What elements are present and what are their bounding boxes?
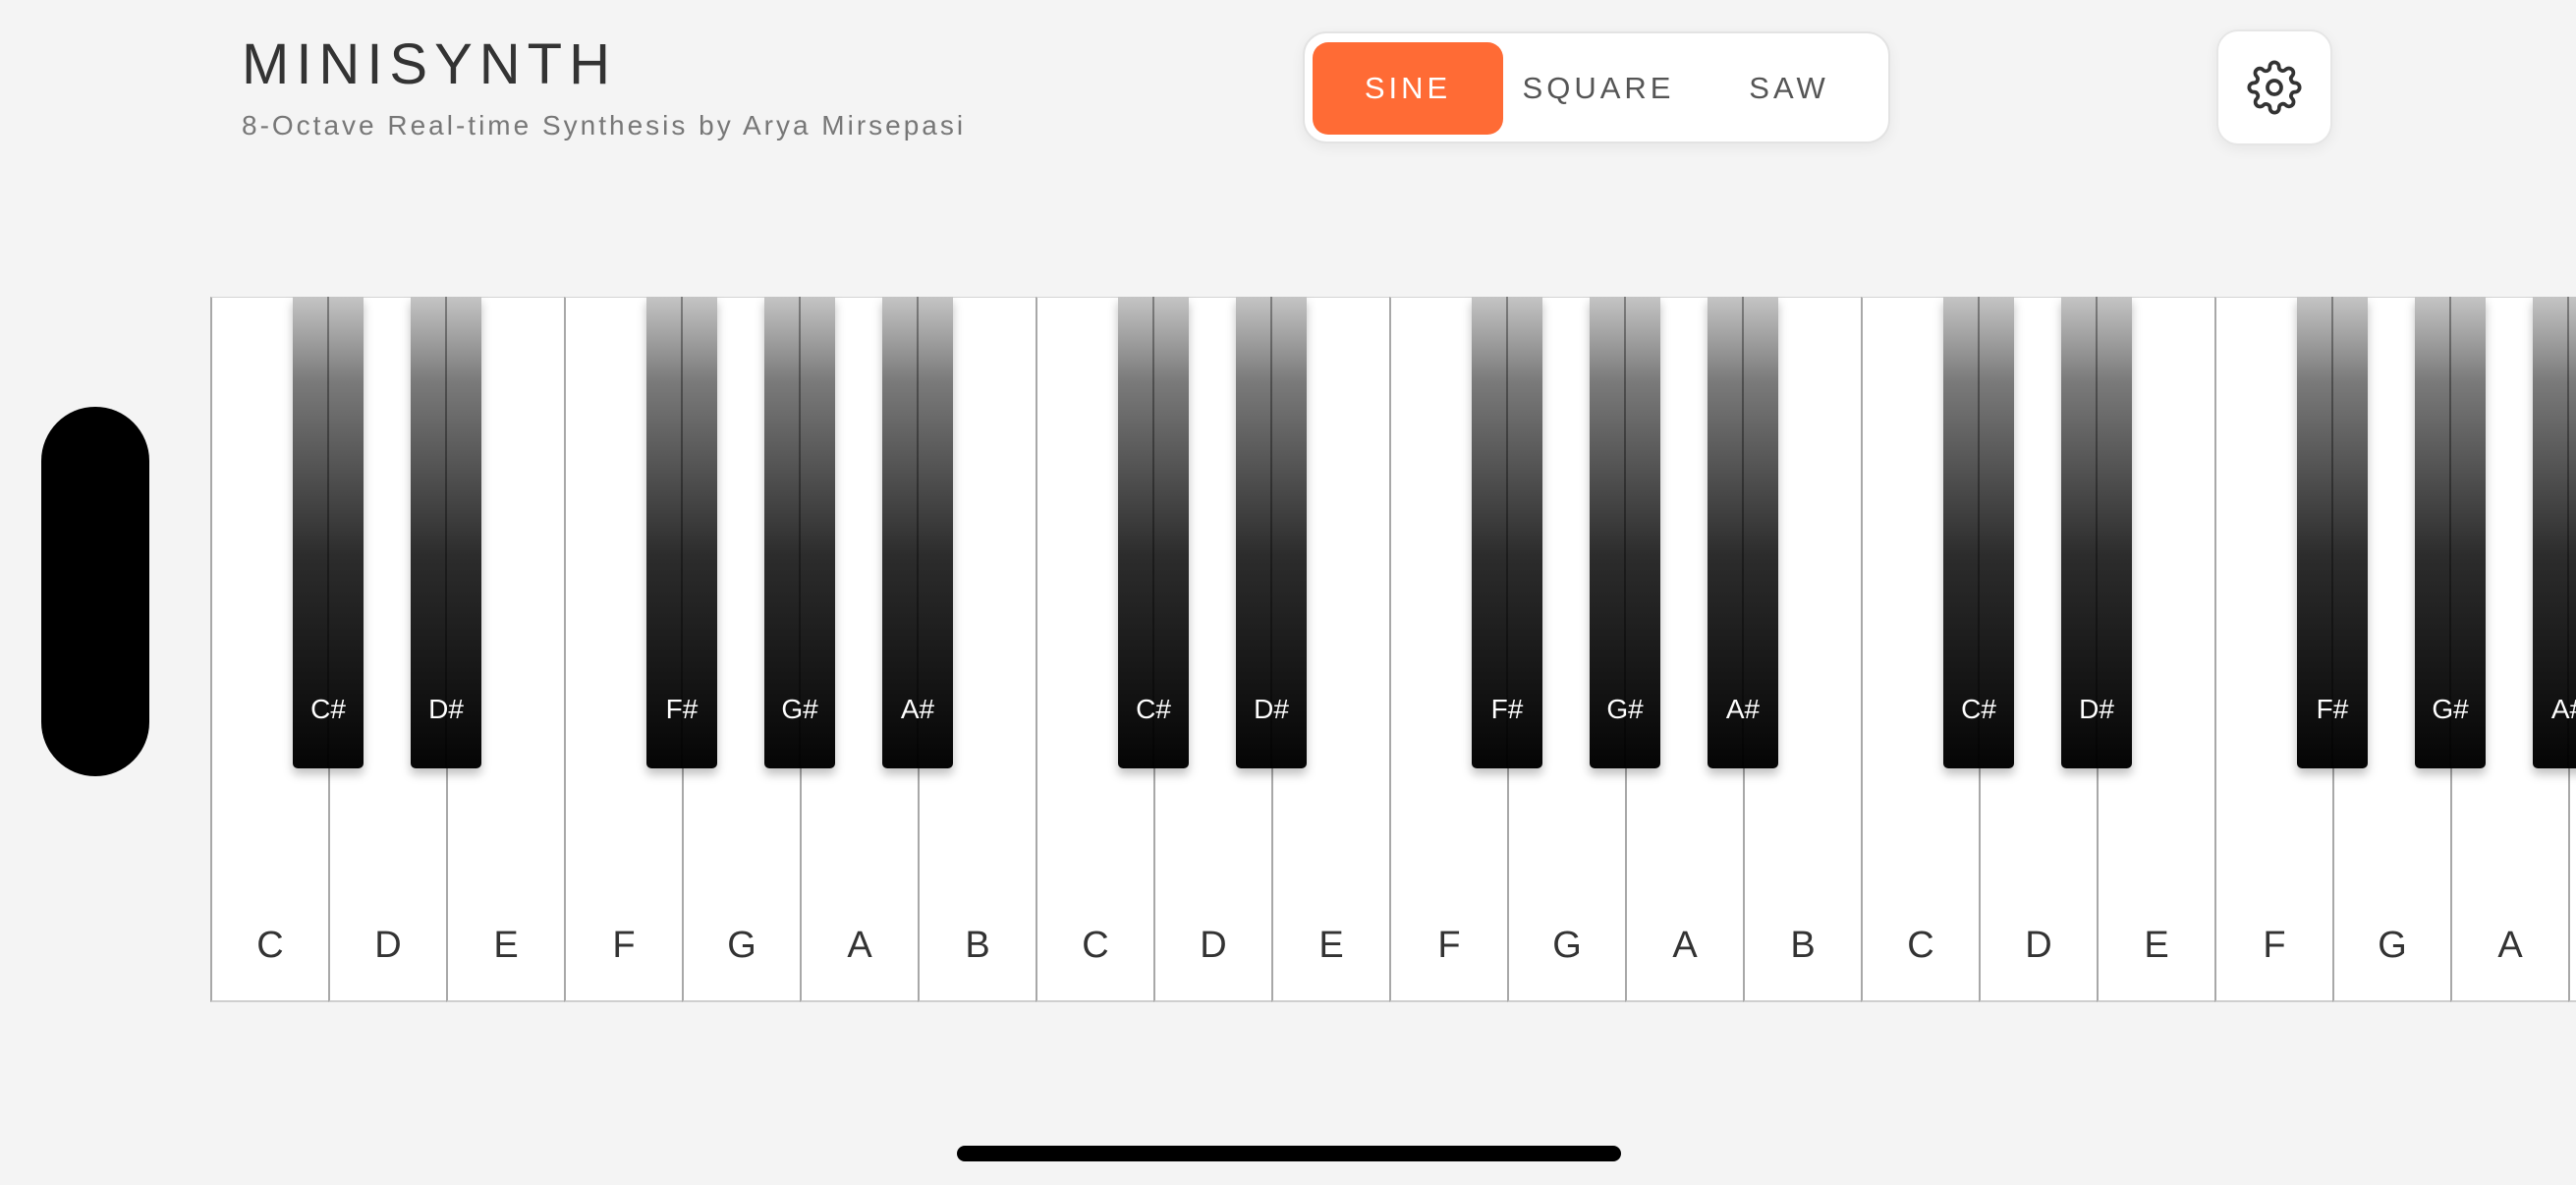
black-key-label: D#: [1254, 694, 1289, 724]
black-key[interactable]: G#: [1590, 297, 1660, 768]
black-key-label: A#: [900, 694, 935, 724]
app-title: MINISYNTH: [242, 32, 617, 96]
settings-button[interactable]: [2216, 29, 2332, 145]
white-key-label: D: [2025, 925, 2052, 966]
waveform-sine-button[interactable]: SINE: [1313, 42, 1503, 135]
black-key[interactable]: G#: [764, 297, 835, 768]
waveform-selector: SINE SQUARE SAW: [1303, 31, 1890, 143]
black-key[interactable]: F#: [646, 297, 717, 768]
waveform-square-button[interactable]: SQUARE: [1503, 42, 1694, 135]
black-key[interactable]: A#: [882, 297, 953, 768]
gear-icon: [2247, 60, 2302, 115]
black-key-label: G#: [1606, 694, 1644, 724]
white-key-label: A: [847, 925, 872, 966]
white-key-label: D: [1200, 925, 1227, 966]
black-key-label: C#: [1136, 694, 1171, 724]
black-key[interactable]: A#: [1708, 297, 1778, 768]
black-key-label: D#: [428, 694, 464, 724]
white-key-label: E: [1318, 925, 1344, 966]
black-key-label: D#: [2079, 694, 2114, 724]
black-key[interactable]: F#: [1472, 297, 1542, 768]
black-key[interactable]: D#: [2061, 297, 2132, 768]
black-key[interactable]: D#: [1236, 297, 1307, 768]
white-key-label: B: [2570, 925, 2576, 967]
white-key-label: G: [727, 925, 756, 966]
black-key-label: G#: [781, 694, 818, 724]
white-key-label: F: [612, 925, 636, 966]
white-key-label: B: [1790, 925, 1816, 966]
white-key-label: C: [1082, 925, 1109, 966]
synth-screen: MINISYNTH 8-Octave Real-time Synthesis b…: [0, 0, 2576, 1185]
black-key[interactable]: C#: [1118, 297, 1189, 768]
black-key-label: C#: [310, 694, 346, 724]
white-key-label: F: [1437, 925, 1461, 966]
black-key[interactable]: A#: [2533, 297, 2576, 768]
white-key-label: C: [1907, 925, 1934, 966]
white-key-label: A: [1672, 925, 1698, 966]
home-indicator[interactable]: [957, 1146, 1621, 1161]
waveform-saw-button[interactable]: SAW: [1694, 42, 1884, 135]
black-key-label: A#: [1725, 694, 1761, 724]
white-key-label: G: [1552, 925, 1582, 966]
white-key-label: D: [374, 925, 402, 966]
white-key-label: A: [2497, 925, 2523, 966]
black-key-label: G#: [2432, 694, 2469, 724]
black-key[interactable]: C#: [1943, 297, 2014, 768]
white-key-label: E: [493, 925, 519, 966]
piano-keyboard: C D E F G A B C D E F G A B C D E F G A B C# D# F# G# A# C# D# F# G# A…: [210, 297, 2576, 1004]
white-key-label: G: [2378, 925, 2407, 966]
black-key-label: A#: [2550, 694, 2576, 724]
white-key-label: C: [256, 925, 284, 966]
black-key[interactable]: D#: [411, 297, 481, 768]
black-key-label: F#: [665, 694, 699, 724]
app-subtitle: 8-Octave Real-time Synthesis by Arya Mir…: [242, 110, 967, 141]
black-key[interactable]: C#: [293, 297, 364, 768]
white-key-label: B: [965, 925, 990, 966]
black-key-label: F#: [2316, 694, 2349, 724]
black-key-label: C#: [1961, 694, 1996, 724]
black-key[interactable]: G#: [2415, 297, 2486, 768]
black-key[interactable]: F#: [2297, 297, 2368, 768]
white-key-label: E: [2144, 925, 2169, 966]
pitch-slider[interactable]: [41, 407, 149, 776]
white-key-label: F: [2263, 925, 2286, 966]
black-key-label: F#: [1490, 694, 1524, 724]
